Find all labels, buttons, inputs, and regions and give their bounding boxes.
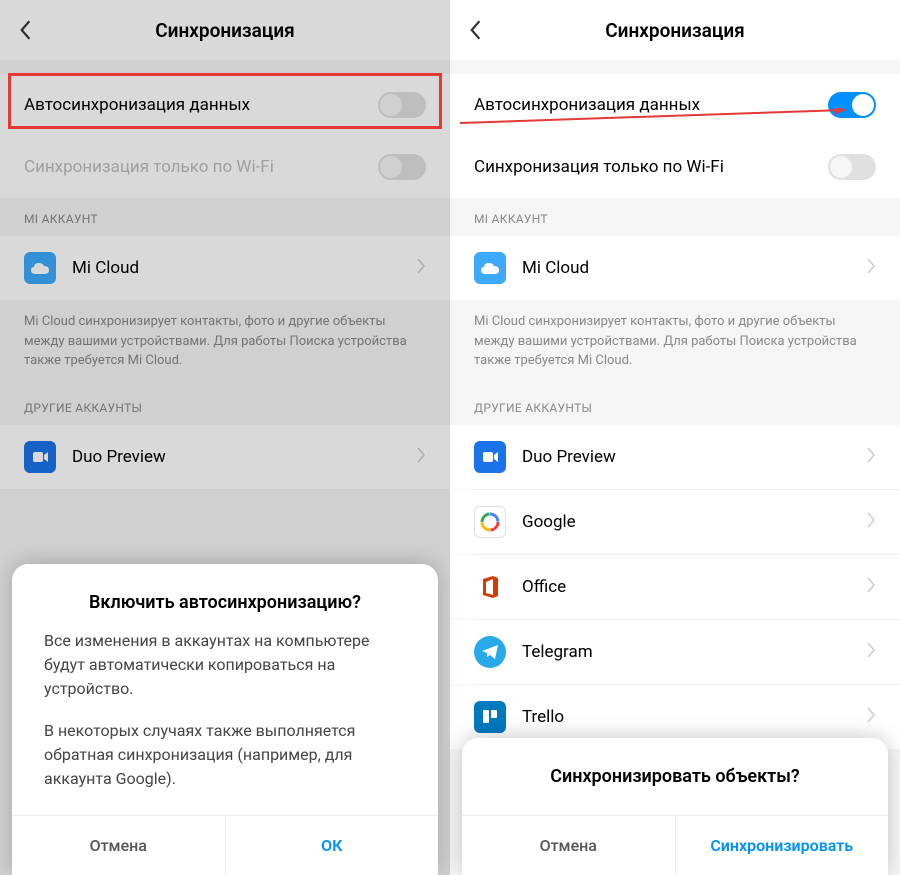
duo-icon bbox=[24, 441, 56, 473]
wifi-sync-row[interactable]: Синхронизация только по Wi-Fi bbox=[450, 136, 900, 198]
back-button[interactable] bbox=[0, 0, 50, 60]
mi-cloud-label: Mi Cloud bbox=[72, 258, 401, 278]
trello-icon bbox=[474, 701, 506, 733]
autosync-toggle[interactable] bbox=[378, 92, 426, 118]
account-label: Duo Preview bbox=[522, 447, 851, 467]
autosync-label: Автосинхронизация данных bbox=[474, 95, 700, 115]
cancel-button[interactable]: Отмена bbox=[12, 816, 225, 875]
dialog-paragraph: В некоторых случаях также выполняется об… bbox=[44, 719, 406, 791]
cancel-button[interactable]: Отмена bbox=[462, 816, 675, 875]
panel-right: Синхронизация Автосинхронизация данных С… bbox=[450, 0, 900, 875]
mi-cloud-item[interactable]: Mi Cloud bbox=[450, 236, 900, 300]
chevron-right-icon bbox=[867, 258, 876, 278]
autosync-row[interactable]: Автосинхронизация данных bbox=[0, 74, 450, 136]
office-icon bbox=[474, 571, 506, 603]
back-button[interactable] bbox=[450, 0, 500, 60]
wifi-sync-label: Синхронизация только по Wi-Fi bbox=[24, 157, 274, 177]
mi-cloud-description: Mi Cloud синхронизирует контакты, фото и… bbox=[0, 300, 450, 387]
mi-cloud-description: Mi Cloud синхронизирует контакты, фото и… bbox=[450, 300, 900, 387]
mi-cloud-item[interactable]: Mi Cloud bbox=[0, 236, 450, 300]
chevron-right-icon bbox=[417, 258, 426, 278]
chevron-right-icon bbox=[867, 707, 876, 727]
sync-objects-dialog: Синхронизировать объекты? Отмена Синхрон… bbox=[462, 738, 888, 875]
wifi-sync-label: Синхронизация только по Wi-Fi bbox=[474, 157, 724, 177]
autosync-toggle[interactable] bbox=[828, 92, 876, 118]
page-title: Синхронизация bbox=[450, 19, 900, 42]
account-label: Telegram bbox=[522, 642, 851, 662]
autosync-label: Автосинхронизация данных bbox=[24, 95, 250, 115]
account-google-item[interactable]: Google bbox=[450, 490, 900, 554]
account-duo-item[interactable]: Duo Preview bbox=[0, 425, 450, 489]
chevron-right-icon bbox=[867, 642, 876, 662]
page-title: Синхронизация bbox=[0, 19, 450, 42]
section-mi-account: MI АККАУНТ bbox=[0, 198, 450, 236]
dialog-paragraph: Все изменения в аккаунтах на компьютере … bbox=[44, 629, 406, 701]
chevron-right-icon bbox=[867, 447, 876, 467]
ok-button[interactable]: ОК bbox=[225, 816, 439, 875]
dialog-title: Включить автосинхронизацию? bbox=[12, 564, 438, 629]
wifi-sync-toggle bbox=[378, 154, 426, 180]
dialog-title: Синхронизировать объекты? bbox=[462, 738, 888, 815]
dialog-buttons: Отмена Синхронизировать bbox=[462, 815, 888, 875]
cloud-icon bbox=[474, 252, 506, 284]
account-label: Duo Preview bbox=[72, 447, 401, 467]
account-label: Office bbox=[522, 577, 851, 597]
google-icon bbox=[474, 506, 506, 538]
chevron-right-icon bbox=[417, 447, 426, 467]
section-mi-account: MI АККАУНТ bbox=[450, 198, 900, 236]
section-other-accounts: ДРУГИЕ АККАУНТЫ bbox=[0, 387, 450, 425]
header: Синхронизация bbox=[0, 0, 450, 60]
dialog-body: Все изменения в аккаунтах на компьютере … bbox=[12, 629, 438, 815]
section-other-accounts: ДРУГИЕ АККАУНТЫ bbox=[450, 387, 900, 425]
sync-button[interactable]: Синхронизировать bbox=[675, 816, 889, 875]
chevron-left-icon bbox=[468, 19, 482, 41]
chevron-right-icon bbox=[867, 577, 876, 597]
chevron-right-icon bbox=[867, 512, 876, 532]
cloud-icon bbox=[24, 252, 56, 284]
wifi-sync-toggle[interactable] bbox=[828, 154, 876, 180]
header: Синхронизация bbox=[450, 0, 900, 60]
chevron-left-icon bbox=[18, 19, 32, 41]
wifi-sync-row: Синхронизация только по Wi-Fi bbox=[0, 136, 450, 198]
account-label: Google bbox=[522, 512, 851, 532]
account-office-item[interactable]: Office bbox=[450, 555, 900, 619]
account-duo-item[interactable]: Duo Preview bbox=[450, 425, 900, 489]
dialog-buttons: Отмена ОК bbox=[12, 815, 438, 875]
panel-left: Синхронизация Автосинхронизация данных С… bbox=[0, 0, 450, 875]
account-label: Trello bbox=[522, 707, 851, 727]
autosync-dialog: Включить автосинхронизацию? Все изменени… bbox=[12, 564, 438, 875]
mi-cloud-label: Mi Cloud bbox=[522, 258, 851, 278]
duo-icon bbox=[474, 441, 506, 473]
telegram-icon bbox=[474, 636, 506, 668]
autosync-row[interactable]: Автосинхронизация данных bbox=[450, 74, 900, 136]
account-telegram-item[interactable]: Telegram bbox=[450, 620, 900, 684]
